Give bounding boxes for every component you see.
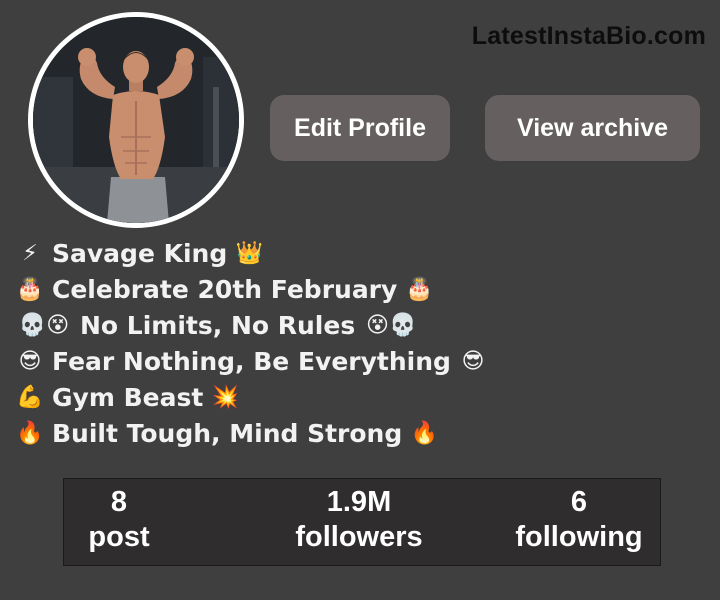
- bio-line-text: Celebrate 20th February: [52, 275, 398, 304]
- bio-line: 🎂 Celebrate 20th February 🎂: [16, 272, 487, 308]
- edit-profile-button[interactable]: Edit Profile: [270, 95, 450, 161]
- watermark-site-name: LatestInstaBio.com: [471, 22, 706, 50]
- bio-line-text: No Limits, No Rules: [80, 311, 356, 340]
- bio-line: 😎 Fear Nothing, Be Everything 😎: [16, 344, 487, 380]
- posts-label: post: [88, 521, 150, 553]
- bio-line-text: Fear Nothing, Be Everything: [52, 347, 451, 376]
- bio-text: ⚡ Savage King 👑 🎂 Celebrate 20th Februar…: [16, 236, 487, 452]
- profile-avatar[interactable]: [28, 12, 244, 228]
- profile-stats: 8 post 1.9M followers 6 following: [63, 478, 661, 566]
- cake-emoji: 🎂: [16, 277, 44, 302]
- collision-emoji: 💥: [211, 385, 239, 410]
- bio-line: ⚡ Savage King 👑: [16, 236, 487, 272]
- bio-line-text: Savage King: [52, 239, 228, 268]
- bio-line-text: Built Tough, Mind Strong: [52, 419, 403, 448]
- stat-followers[interactable]: 1.9M followers: [284, 485, 434, 555]
- posts-count: 8: [110, 486, 128, 518]
- stat-posts[interactable]: 8 post: [74, 485, 164, 555]
- bio-line: 🔥 Built Tough, Mind Strong 🔥: [16, 416, 487, 452]
- flexed-biceps-emoji: 💪: [16, 385, 44, 410]
- fire-emoji: 🔥: [410, 421, 438, 446]
- crown-emoji: 👑: [235, 241, 263, 266]
- fire-emoji: 🔥: [16, 421, 44, 446]
- followers-label: followers: [295, 521, 423, 553]
- sunglasses-emoji: 😎: [18, 349, 42, 374]
- bio-line-text: Gym Beast: [52, 383, 204, 412]
- cake-emoji: 🎂: [405, 277, 434, 302]
- bio-line: 💀😵 No Limits, No Rules 😵💀: [16, 308, 487, 344]
- dizzy-skull-emoji: 😵💀: [366, 313, 417, 338]
- lightning-emoji: ⚡: [22, 241, 38, 266]
- following-count: 6: [570, 486, 588, 518]
- sunglasses-emoji: 😎: [461, 349, 485, 374]
- skull-dizzy-emoji: 💀😵: [18, 313, 70, 338]
- followers-count: 1.9M: [326, 486, 392, 518]
- profile-photo: [33, 17, 239, 223]
- view-archive-button[interactable]: View archive: [485, 95, 700, 161]
- following-label: following: [515, 521, 643, 553]
- bio-line: 💪 Gym Beast 💥: [16, 380, 487, 416]
- stat-following[interactable]: 6 following: [504, 485, 654, 555]
